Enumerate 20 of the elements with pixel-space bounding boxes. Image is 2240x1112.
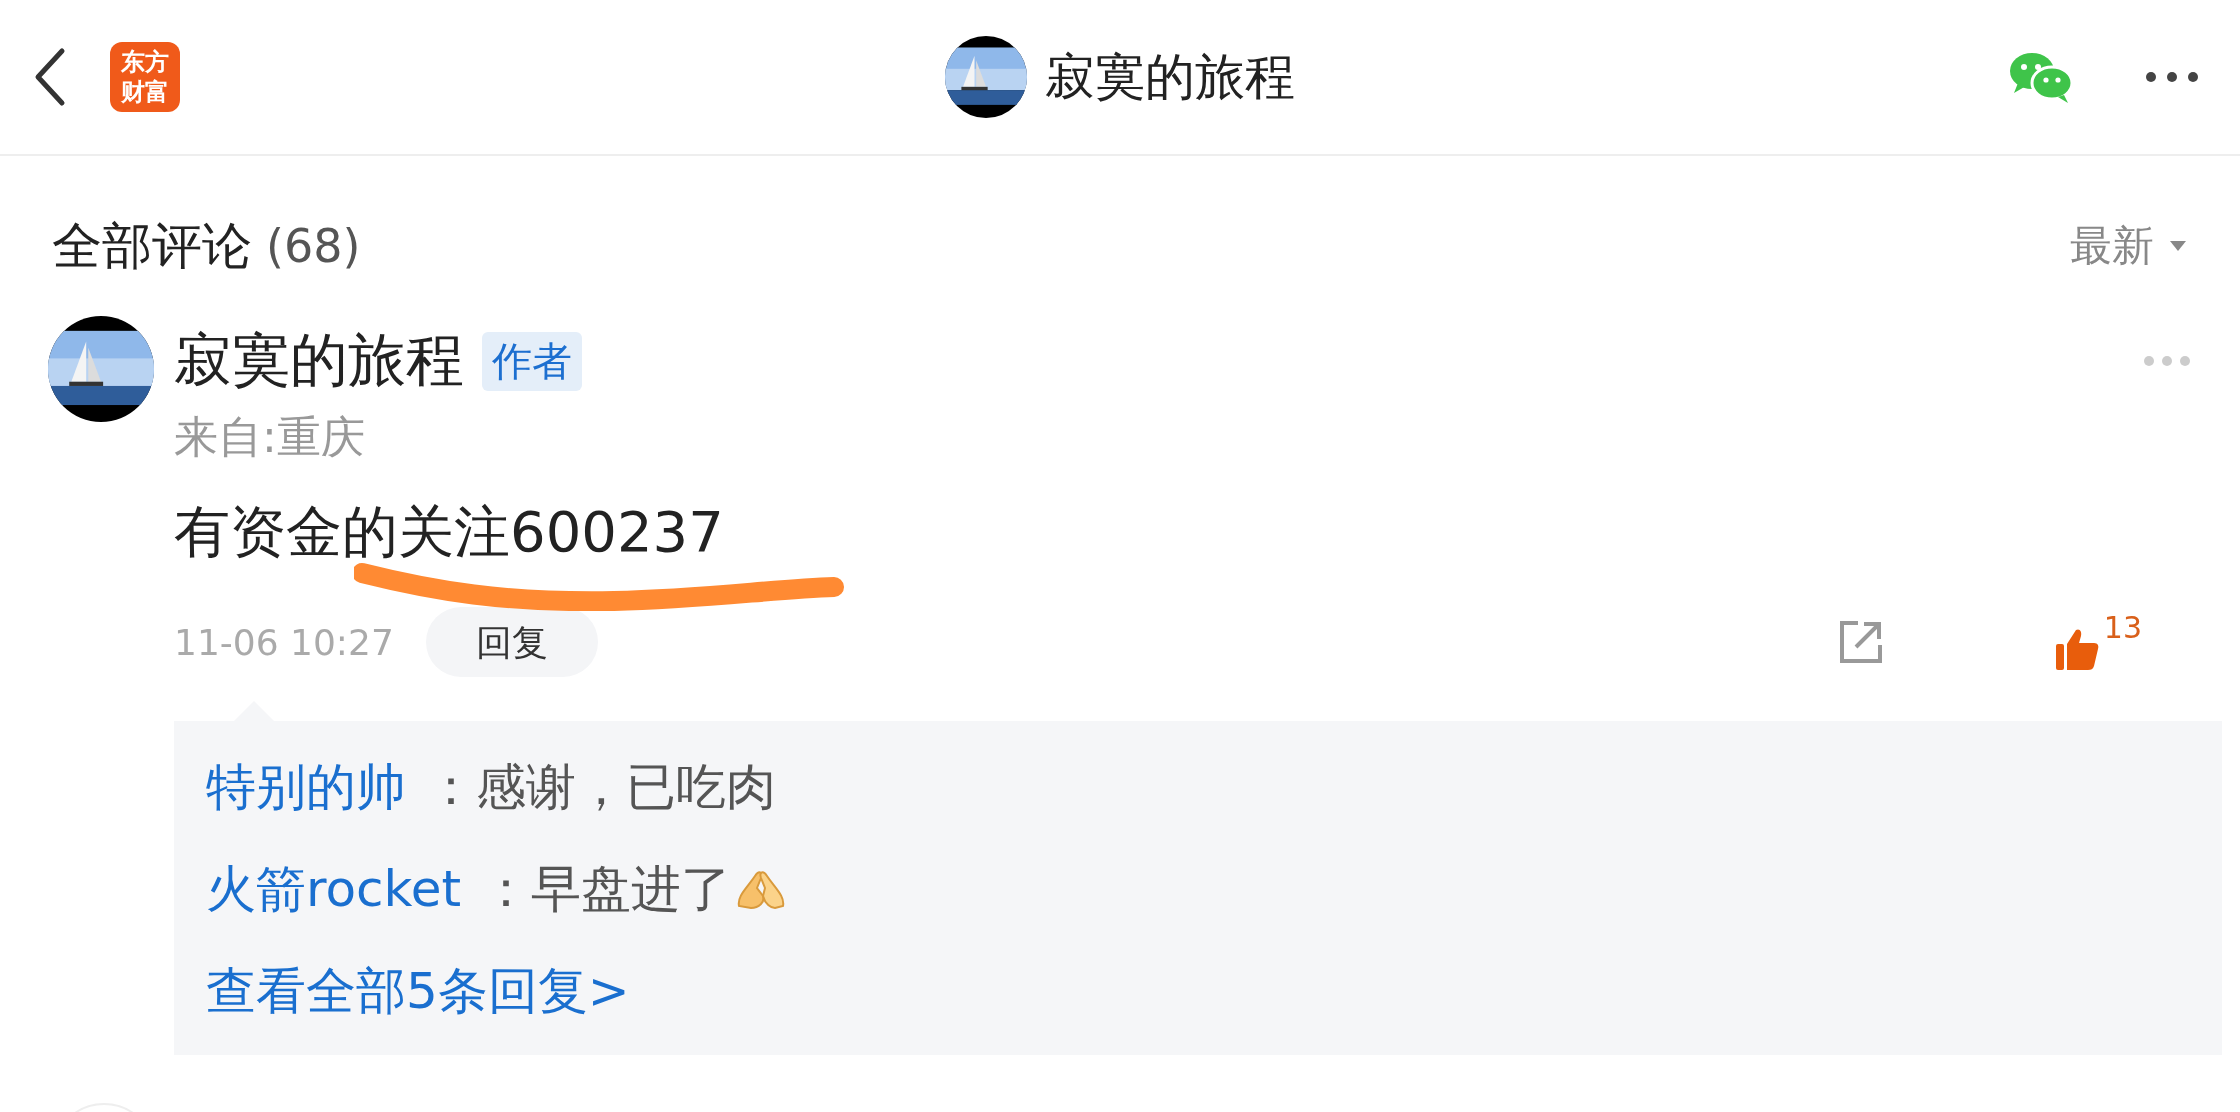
more-icon[interactable] bbox=[2144, 70, 2200, 84]
share-icon[interactable] bbox=[1837, 619, 1884, 665]
location-text: 来自:重庆 bbox=[174, 410, 366, 464]
comment-count: (68) bbox=[266, 219, 361, 273]
reply-button[interactable]: 回复 bbox=[425, 607, 598, 677]
reply-author[interactable]: 特别的帅 bbox=[206, 753, 406, 821]
author-name: 寂寞的旅程 bbox=[174, 325, 464, 396]
timestamp: 11-06 10:27 bbox=[174, 621, 394, 663]
page-title: 寂寞的旅程 bbox=[1045, 46, 1295, 108]
reply-author[interactable]: 火箭rocket bbox=[206, 855, 462, 923]
section-title: 全部评论 bbox=[52, 215, 252, 277]
comment-text: 有资金的关注600237 bbox=[174, 499, 724, 564]
app-logo: 东方 财富 bbox=[110, 42, 180, 112]
view-all-replies-link[interactable]: 查看全部5条回复> bbox=[206, 951, 630, 1031]
reply-text: ：感谢，已吃肉 bbox=[426, 756, 776, 818]
like-button[interactable]: 13 bbox=[2053, 612, 2142, 672]
sort-dropdown[interactable]: 最新 bbox=[2070, 218, 2188, 274]
reply-text: ：早盘进了 bbox=[481, 858, 732, 920]
caret-icon bbox=[2168, 239, 2188, 253]
author-badge: 作者 bbox=[482, 331, 582, 391]
